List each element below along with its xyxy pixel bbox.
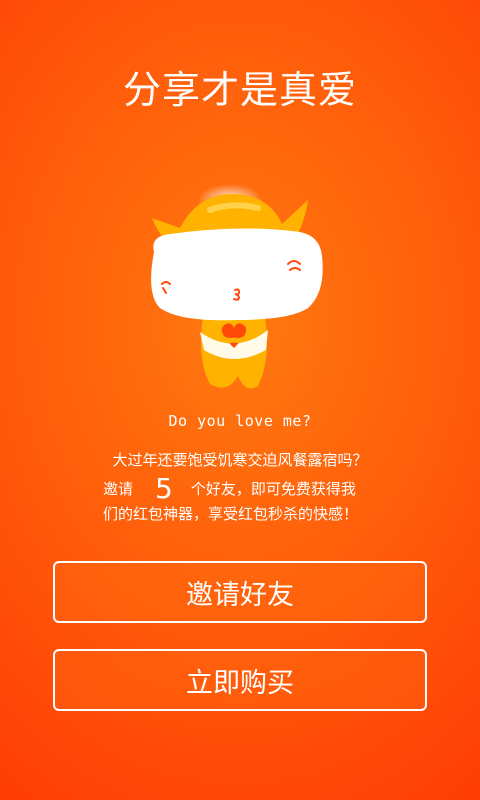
promo-line-3: 们的红包神器，享受红包秒杀的快感！ [103,505,359,523]
invite-prefix: 邀请 [103,480,134,498]
invite-message: 邀请 5 个好友，即可免费获得我 们的红包神器，享受红包秒杀的快感！ [103,475,393,525]
page-title: 分享才是真爱 [122,68,357,112]
promo-line-1: 大过年还要饱受饥寒交迫风餐露宿吗？ [112,451,368,469]
invite-count: 5 [155,472,173,505]
invite-suffix: 个好友，即可免费获得我 [190,480,356,498]
invite-friends-button[interactable]: 邀请好友 [53,561,427,623]
buy-now-button[interactable]: 立即购买 [53,649,427,711]
invite-row: 邀请 5 个好友，即可免费获得我 [103,475,393,503]
cat-mascot-illustration [151,184,323,389]
mascot-face [151,228,323,321]
love-question: Do you love me? [168,412,312,430]
